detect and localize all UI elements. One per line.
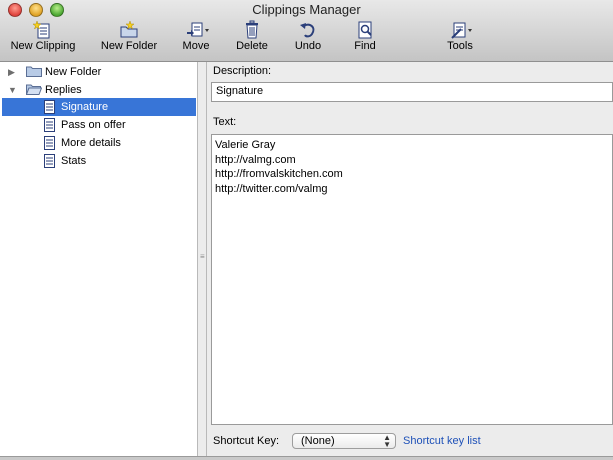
tree-item-label: Stats xyxy=(61,155,87,167)
select-arrows-icon: ▲ ▼ xyxy=(383,433,391,449)
move-button[interactable]: Move xyxy=(178,20,214,58)
shortcut-key-label: Shortcut Key: xyxy=(213,435,280,447)
clipping-editor: Description: Signature Text: Valerie Gra… xyxy=(208,62,613,458)
tree-item-label: New Folder xyxy=(45,66,102,78)
undo-icon xyxy=(297,20,319,40)
new-folder-button[interactable]: New Folder xyxy=(96,20,162,58)
tree-item-stats[interactable]: Stats xyxy=(2,152,196,170)
delete-button[interactable]: Delete xyxy=(232,20,272,58)
shortcut-key-value: (None) xyxy=(301,435,335,447)
title-bar: Clippings Manager New Clipping New Folde… xyxy=(0,0,613,62)
tree-item-label: More details xyxy=(61,137,121,149)
splitter-grip-icon[interactable]: ≡ xyxy=(200,252,205,261)
new-clipping-label: New Clipping xyxy=(10,40,76,52)
move-icon xyxy=(185,20,209,40)
text-label: Text: xyxy=(213,116,237,128)
tree-item-signature[interactable]: Signature xyxy=(2,98,196,116)
delete-label: Delete xyxy=(236,40,268,52)
find-label: Find xyxy=(354,40,376,52)
tools-button[interactable]: Tools xyxy=(442,20,478,58)
new-folder-label: New Folder xyxy=(100,40,158,52)
text-line: Valerie Gray xyxy=(215,139,276,151)
find-icon xyxy=(354,20,376,40)
window-bottom-edge xyxy=(0,456,613,460)
description-label: Description: xyxy=(213,65,272,77)
description-field[interactable]: Signature xyxy=(211,82,613,102)
text-line: http://fromvalskitchen.com xyxy=(215,168,343,180)
tree-item-more-details[interactable]: More details xyxy=(2,134,196,152)
undo-button[interactable]: Undo xyxy=(290,20,326,58)
new-clipping-button[interactable]: New Clipping xyxy=(6,20,80,58)
clippings-tree: ▶ New Folder ▼ Replies Signature Pass on… xyxy=(0,62,198,458)
tools-icon xyxy=(449,20,472,40)
tree-item-label: Pass on offer xyxy=(61,119,126,131)
shortcut-key-select[interactable]: (None) ▲ ▼ xyxy=(292,433,396,449)
tree-item-new-folder[interactable]: ▶ New Folder xyxy=(2,63,196,81)
tree-item-replies[interactable]: ▼ Replies xyxy=(2,81,196,99)
trash-icon xyxy=(241,20,263,40)
tree-item-pass-on-offer[interactable]: Pass on offer xyxy=(2,116,196,134)
pane-splitter[interactable]: ≡ xyxy=(198,62,207,458)
window-title: Clippings Manager xyxy=(252,2,361,17)
new-clipping-icon xyxy=(32,20,54,40)
move-label: Move xyxy=(182,40,210,52)
text-line: http://twitter.com/valmg xyxy=(215,182,328,195)
disclosure-expanded-icon[interactable]: ▼ xyxy=(8,81,17,99)
clipping-text-area[interactable]: Valerie Gray http://valmg.com http://fro… xyxy=(211,134,613,425)
undo-label: Undo xyxy=(294,40,322,52)
disclosure-collapsed-icon[interactable]: ▶ xyxy=(8,63,15,81)
find-button[interactable]: Find xyxy=(348,20,382,58)
tree-item-label: Replies xyxy=(45,84,82,96)
shortcut-key-list-link[interactable]: Shortcut key list xyxy=(403,435,481,447)
text-line: http://valmg.com xyxy=(215,153,296,166)
new-folder-icon xyxy=(118,20,140,40)
tree-item-label: Signature xyxy=(61,101,109,113)
tools-label: Tools xyxy=(447,40,473,52)
clipping-icon xyxy=(44,154,55,174)
